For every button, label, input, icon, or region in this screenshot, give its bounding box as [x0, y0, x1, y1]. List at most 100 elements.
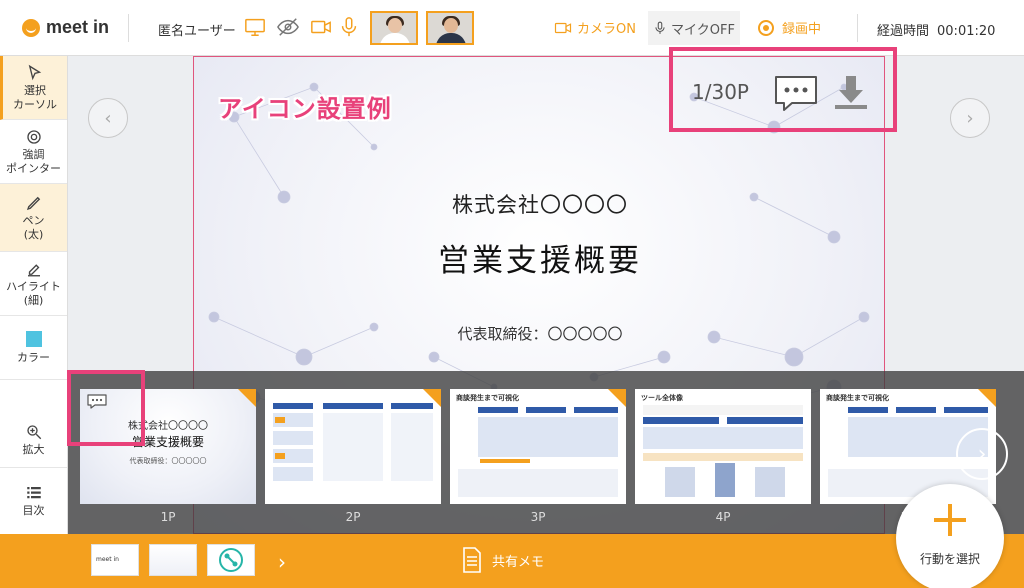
thumbnail-corner-marker: [608, 389, 626, 407]
shared-memo-button[interactable]: 共有メモ: [462, 547, 544, 573]
thumbnail-block: [273, 431, 313, 445]
microphone-icon: [655, 21, 665, 34]
thumbnail-page-3[interactable]: 商談発生まで可視化: [450, 389, 626, 504]
tool-label: ペン (太): [22, 213, 45, 241]
tool-pointer[interactable]: 強調 ポインター: [0, 120, 67, 184]
thumbnail-label: 4P: [715, 510, 731, 524]
tool-zoom[interactable]: 拡大: [0, 380, 67, 468]
mic-off-button[interactable]: マイクOFF: [648, 11, 740, 45]
cursor-icon: [26, 64, 44, 82]
thumbnail-block: [273, 403, 313, 409]
eye-off-icon[interactable]: [277, 16, 299, 38]
thumbnail-label: 3P: [530, 510, 546, 524]
tool-toc[interactable]: 目次: [0, 468, 67, 534]
list-icon: [25, 484, 43, 502]
thumbnail-block: [478, 417, 618, 457]
thumbnail-block: [391, 413, 433, 481]
thumbnail-block: [755, 467, 785, 497]
annotation-label: アイコン設置例: [218, 95, 392, 123]
prev-slide-button[interactable]: ‹: [88, 98, 128, 138]
thumbnail-block: [643, 453, 803, 461]
app-logo: meet in: [22, 17, 109, 38]
thumbnail-block: [643, 427, 803, 449]
highlighter-icon: [25, 260, 43, 278]
participant-avatar-man[interactable]: [426, 11, 474, 45]
next-slide-button[interactable]: ›: [950, 98, 990, 138]
tool-bar: 選択 カーソル 強調 ポインター ペン (太) ハイライト (細) カラー 拡大…: [0, 56, 68, 534]
elapsed-time: 経過時間 00:01:20: [877, 20, 995, 39]
page-indicator: 1/30P: [692, 80, 749, 104]
comment-bubble-icon[interactable]: [772, 73, 820, 113]
target-icon: [25, 128, 43, 146]
thumbnail-block: [574, 407, 618, 413]
thumbnail-heading: 商談発生まで可視化: [826, 394, 889, 402]
chevron-right-icon: ›: [977, 441, 987, 467]
thumbnail-block: [643, 405, 803, 415]
user-name: 匿名ユーザー: [158, 24, 236, 39]
thumbnail-block: [275, 453, 285, 459]
thumbnail-block: [526, 407, 566, 413]
thumbnail-block: [715, 463, 735, 497]
thumbnail-block: [944, 407, 988, 413]
memo-icon: [463, 547, 481, 573]
thumbnail-page-2[interactable]: [265, 389, 441, 504]
thumbnail-corner-marker: [978, 389, 996, 407]
camera-icon: [554, 22, 572, 33]
tool-color[interactable]: カラー: [0, 316, 67, 380]
chevron-left-icon: ‹: [104, 107, 112, 129]
shared-file-label: meet in: [96, 556, 119, 563]
thumbnail-block: [848, 407, 888, 413]
camera-status-label: カメラON: [577, 22, 636, 37]
tool-label: 選択 カーソル: [13, 83, 57, 111]
download-icon[interactable]: [831, 72, 871, 112]
divider: [857, 14, 858, 42]
elapsed-value: 00:01:20: [937, 24, 996, 39]
avatar-body: [436, 33, 466, 43]
memo-label: 共有メモ: [492, 554, 545, 570]
divider: [128, 14, 129, 42]
elapsed-label: 経過時間: [877, 24, 930, 39]
camera-icon[interactable]: [310, 16, 332, 38]
thumbnail-corner-marker: [238, 389, 256, 407]
comment-bubble-icon[interactable]: [87, 394, 107, 409]
logo-text: meet in: [46, 17, 110, 37]
tool-label: ハイライト (細): [6, 279, 61, 307]
thumbnail-block: [323, 403, 383, 409]
share-app-icon: [219, 548, 243, 572]
avatar-body: [380, 33, 410, 43]
recording-button[interactable]: 録画中: [758, 18, 821, 37]
microphone-icon[interactable]: [338, 16, 360, 38]
slide-title: 営業支援概要: [438, 243, 642, 279]
tool-label: カラー: [17, 350, 50, 364]
thumbnail-block: [323, 413, 383, 481]
tool-pen-thick[interactable]: ペン (太): [0, 184, 67, 252]
thumbnail-heading: 商談発生まで可視化: [456, 394, 519, 402]
slide-company-name: 株式会社〇〇〇〇: [452, 193, 628, 217]
shared-file-thumbnail[interactable]: [149, 544, 197, 576]
select-action-button[interactable]: 行動を選択: [896, 484, 1004, 588]
camera-on-button[interactable]: カメラON: [553, 18, 636, 37]
slide-representative: 代表取締役：〇〇〇〇〇: [457, 325, 623, 343]
thumbnail-block: [458, 469, 618, 497]
thumbnail-page-4[interactable]: ツール全体像: [635, 389, 811, 504]
bottom-bar: meet in › 共有メモ: [0, 534, 1024, 588]
participant-avatar-woman[interactable]: [370, 11, 418, 45]
chevron-right-icon[interactable]: ›: [278, 550, 286, 574]
thumbnail-block: [480, 459, 530, 463]
thumbnail-heading: ツール全体像: [641, 394, 683, 402]
tool-label: 強調 ポインター: [6, 147, 61, 175]
tool-select-cursor[interactable]: 選択 カーソル: [0, 56, 67, 120]
thumbnail-label: 1P: [160, 510, 176, 524]
record-icon: [758, 19, 774, 36]
thumbnail-next-button[interactable]: ›: [956, 428, 1008, 480]
monitor-icon[interactable]: [244, 16, 266, 38]
shared-file-thumbnail[interactable]: meet in: [91, 544, 139, 576]
plus-icon: [934, 504, 966, 536]
tool-highlighter-thin[interactable]: ハイライト (細): [0, 252, 67, 316]
chevron-right-icon: ›: [966, 107, 974, 129]
mic-status-label: マイクOFF: [671, 22, 735, 38]
recording-status-label: 録画中: [782, 22, 822, 37]
shared-file-thumbnail[interactable]: [207, 544, 255, 576]
thumbnail-block: [665, 467, 695, 497]
thumbnail-rep: 代表取締役：〇〇〇〇〇: [129, 457, 207, 465]
